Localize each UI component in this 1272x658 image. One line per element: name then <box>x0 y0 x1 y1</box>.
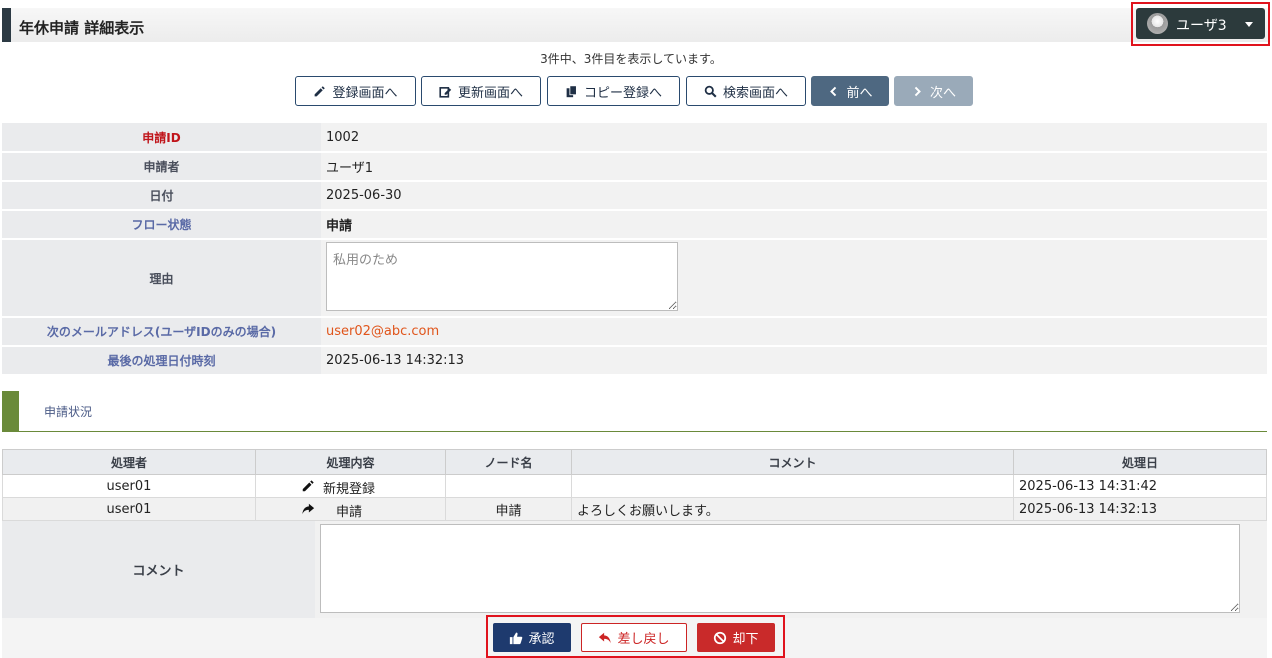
detail-value: user02@abc.com <box>321 317 1267 347</box>
user-name: ユーザ3 <box>1176 18 1227 34</box>
table-row: user01 申請 申請 よろしくお願いします。 2025-06-13 14:3… <box>2 497 1267 521</box>
chevron-left-icon <box>830 86 837 96</box>
register-screen-label: 登録画面へ <box>332 84 398 100</box>
reason-textarea[interactable]: 私用のため <box>326 241 678 311</box>
column-header: 処理日 <box>1013 449 1267 475</box>
copy-icon <box>566 84 577 97</box>
record-count: 3件中、3件目を表示しています。 <box>540 52 722 66</box>
column-header: ノード名 <box>445 449 572 475</box>
history-action: 新規登録 <box>323 482 376 497</box>
search-screen-label: 検索画面へ <box>722 84 788 100</box>
detail-row-next-email: 次のメールアドレス(ユーザIDのみの場合) user02@abc.com <box>2 317 1267 347</box>
history-node: 申請 <box>445 497 572 521</box>
detail-label: 日付 <box>2 181 321 211</box>
comment-row: コメント <box>2 521 1267 618</box>
column-header: 処理者 <box>2 449 256 475</box>
history-user: user01 <box>2 474 256 498</box>
section-accent-bar <box>2 391 19 431</box>
detail-label: フロー状態 <box>2 210 321 240</box>
reject-button[interactable]: 却下 <box>697 623 775 652</box>
detail-label: 理由 <box>2 239 321 318</box>
reject-label: 却下 <box>732 631 759 646</box>
ban-icon <box>714 631 727 644</box>
detail-row-reason: 理由 私用のため <box>2 239 1267 318</box>
user-menu-button[interactable]: ユーザ3 <box>1136 8 1265 39</box>
detail-label: 次のメールアドレス(ユーザIDのみの場合) <box>2 317 321 347</box>
history-action: 申請 <box>336 505 363 520</box>
register-screen-button[interactable]: 登録画面へ <box>295 76 416 106</box>
table-row: user01 新規登録 2025-06-13 14:31:42 <box>2 474 1267 498</box>
thumbs-up-icon <box>510 632 523 644</box>
comment-textarea[interactable] <box>320 524 1240 613</box>
chevron-right-icon <box>914 86 921 96</box>
action-buttons-highlight: 承認 差し戻し 却下 <box>486 615 785 658</box>
history-date: 2025-06-13 14:31:42 <box>1013 474 1267 498</box>
approve-button[interactable]: 承認 <box>493 623 571 652</box>
history-user: user01 <box>2 497 256 521</box>
search-screen-button[interactable]: 検索画面へ <box>686 76 806 106</box>
detail-row-date: 日付 2025-06-30 <box>2 181 1267 211</box>
send-back-button[interactable]: 差し戻し <box>581 623 687 652</box>
history-action-cell: 申請 <box>255 497 446 521</box>
history-header-row: 処理者 処理内容 ノード名 コメント 処理日 <box>2 449 1267 475</box>
detail-table: 申請ID 1002 申請者 ユーザ1 日付 2025-06-30 フロー状態 申… <box>2 123 1267 376</box>
user-menu-highlight: ユーザ3 <box>1131 2 1270 46</box>
pencil-icon <box>302 480 314 492</box>
detail-value: 申請 <box>321 210 1267 240</box>
next-label: 次へ <box>929 84 956 100</box>
detail-value: 2025-06-13 14:32:13 <box>321 346 1267 376</box>
section-title: 申請状況 <box>44 405 93 419</box>
detail-value-cell: 私用のため <box>321 239 1267 318</box>
copy-register-button[interactable]: コピー登録へ <box>547 76 680 106</box>
detail-row-id: 申請ID 1002 <box>2 123 1267 153</box>
comment-label: コメント <box>2 521 315 618</box>
reply-arrow-icon <box>599 632 612 643</box>
page-header: 年休申請 詳細表示 <box>2 8 1268 42</box>
section-heading: 申請状況 <box>2 391 1267 432</box>
detail-label: 申請者 <box>2 152 321 182</box>
detail-row-applicant: 申請者 ユーザ1 <box>2 152 1267 182</box>
next-button[interactable]: 次へ <box>894 76 973 106</box>
caret-down-icon <box>1245 22 1253 27</box>
share-arrow-icon <box>302 503 315 515</box>
history-comment <box>571 474 1014 498</box>
prev-button[interactable]: 前へ <box>811 76 889 106</box>
page-title: 年休申請 詳細表示 <box>19 19 145 37</box>
send-back-label: 差し戻し <box>617 631 670 646</box>
user-avatar-icon <box>1147 13 1168 34</box>
history-action-cell: 新規登録 <box>255 474 446 498</box>
detail-row-last-processed: 最後の処理日付時刻 2025-06-13 14:32:13 <box>2 346 1267 376</box>
edit-square-icon <box>439 86 452 98</box>
copy-register-label: コピー登録へ <box>583 84 662 100</box>
approve-label: 承認 <box>528 631 555 646</box>
search-icon <box>704 85 717 98</box>
update-screen-label: 更新画面へ <box>457 84 523 100</box>
column-header: 処理内容 <box>255 449 446 475</box>
column-header: コメント <box>571 449 1014 475</box>
detail-label: 申請ID <box>2 123 321 153</box>
history-node <box>445 474 572 498</box>
detail-value: ユーザ1 <box>321 152 1267 182</box>
history-date: 2025-06-13 14:32:13 <box>1013 497 1267 521</box>
update-screen-button[interactable]: 更新画面へ <box>421 76 541 106</box>
prev-label: 前へ <box>846 84 873 100</box>
detail-value: 2025-06-30 <box>321 181 1267 211</box>
detail-row-flow-status: フロー状態 申請 <box>2 210 1267 240</box>
detail-label: 最後の処理日付時刻 <box>2 346 321 376</box>
detail-value: 1002 <box>321 123 1267 153</box>
history-table: 処理者 処理内容 ノード名 コメント 処理日 user01 新規登録 2025-… <box>2 449 1267 521</box>
pencil-icon <box>315 85 326 96</box>
history-comment: よろしくお願いします。 <box>571 497 1014 521</box>
